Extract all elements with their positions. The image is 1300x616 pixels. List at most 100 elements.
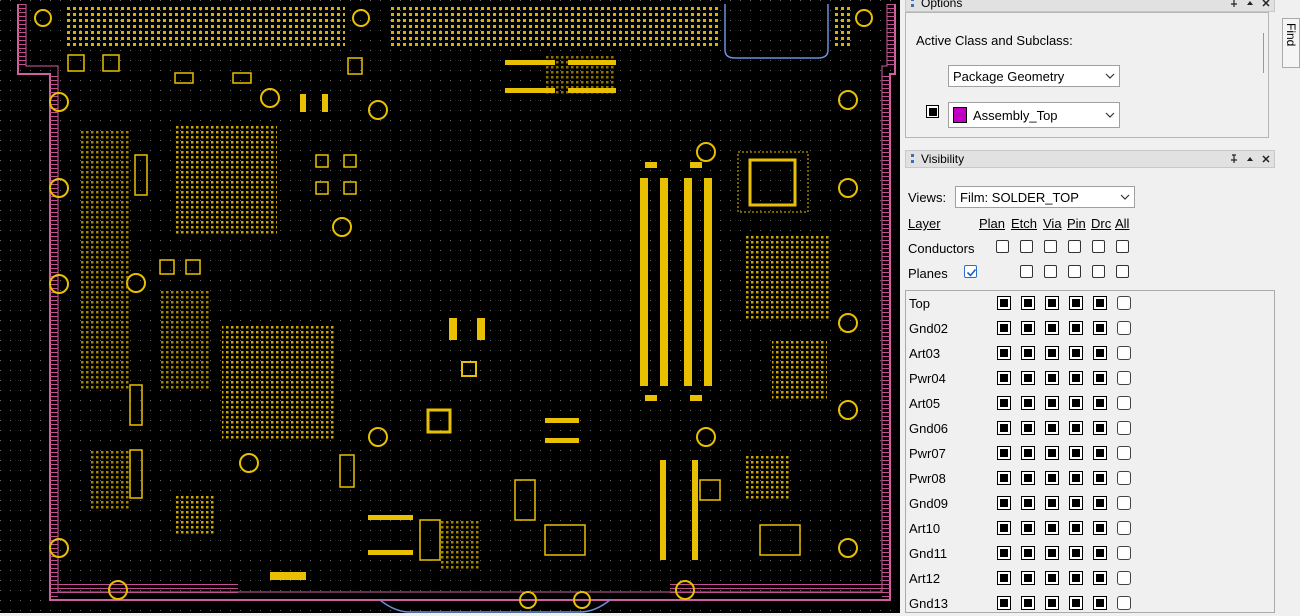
- layer-all-checkbox[interactable]: [1117, 396, 1131, 410]
- layer-visibility-toggle[interactable]: [1021, 546, 1035, 560]
- layer-visibility-toggle[interactable]: [1093, 296, 1107, 310]
- header-plan[interactable]: Plan: [979, 216, 1005, 231]
- layer-visibility-toggle[interactable]: [1045, 571, 1059, 585]
- layer-visibility-toggle[interactable]: [1045, 321, 1059, 335]
- layer-visibility-toggle[interactable]: [1045, 296, 1059, 310]
- layer-visibility-toggle[interactable]: [1045, 496, 1059, 510]
- layer-visibility-toggle[interactable]: [1069, 571, 1083, 585]
- layer-visibility-toggle[interactable]: [1021, 346, 1035, 360]
- layer-visibility-toggle[interactable]: [997, 371, 1011, 385]
- layer-visibility-toggle[interactable]: [1093, 496, 1107, 510]
- layer-visibility-toggle[interactable]: [997, 521, 1011, 535]
- layer-all-checkbox[interactable]: [1117, 546, 1131, 560]
- layer-visibility-toggle[interactable]: [1069, 521, 1083, 535]
- header-layer[interactable]: Layer: [908, 216, 941, 231]
- layer-visibility-toggle[interactable]: [997, 496, 1011, 510]
- layer-visibility-toggle[interactable]: [1093, 346, 1107, 360]
- layer-visibility-toggle[interactable]: [1093, 521, 1107, 535]
- layer-visibility-toggle[interactable]: [997, 471, 1011, 485]
- layer-visibility-toggle[interactable]: [997, 321, 1011, 335]
- header-pin[interactable]: Pin: [1067, 216, 1086, 231]
- layer-all-checkbox[interactable]: [1117, 346, 1131, 360]
- layer-all-checkbox[interactable]: [1117, 296, 1131, 310]
- layer-visibility-toggle[interactable]: [997, 421, 1011, 435]
- subclass-color-toggle[interactable]: [926, 105, 939, 118]
- layer-visibility-toggle[interactable]: [997, 346, 1011, 360]
- layer-all-checkbox[interactable]: [1117, 371, 1131, 385]
- layer-visibility-toggle[interactable]: [1069, 446, 1083, 460]
- layer-visibility-toggle[interactable]: [1021, 471, 1035, 485]
- pin-icon[interactable]: [1226, 152, 1242, 166]
- conductors-via-checkbox[interactable]: [1044, 240, 1057, 253]
- layer-visibility-toggle[interactable]: [1021, 371, 1035, 385]
- layer-all-checkbox[interactable]: [1117, 421, 1131, 435]
- layer-all-checkbox[interactable]: [1117, 446, 1131, 460]
- layer-visibility-toggle[interactable]: [1069, 421, 1083, 435]
- layer-visibility-toggle[interactable]: [1021, 596, 1035, 610]
- maximize-icon[interactable]: [1242, 0, 1258, 10]
- layer-visibility-toggle[interactable]: [1093, 571, 1107, 585]
- layer-visibility-toggle[interactable]: [1069, 596, 1083, 610]
- planes-all-checkbox[interactable]: [1116, 265, 1129, 278]
- planes-pin-checkbox[interactable]: [1068, 265, 1081, 278]
- layer-visibility-toggle[interactable]: [1021, 421, 1035, 435]
- layer-visibility-toggle[interactable]: [1069, 296, 1083, 310]
- layer-visibility-toggle[interactable]: [997, 296, 1011, 310]
- pin-icon[interactable]: [1226, 0, 1242, 10]
- conductors-drc-checkbox[interactable]: [1092, 240, 1105, 253]
- layer-visibility-toggle[interactable]: [1069, 546, 1083, 560]
- layer-visibility-toggle[interactable]: [1093, 321, 1107, 335]
- layer-visibility-toggle[interactable]: [997, 446, 1011, 460]
- options-titlebar[interactable]: Options: [905, 0, 1275, 12]
- layer-visibility-toggle[interactable]: [1045, 396, 1059, 410]
- layer-visibility-toggle[interactable]: [1021, 446, 1035, 460]
- layer-visibility-toggle[interactable]: [1045, 521, 1059, 535]
- layer-all-checkbox[interactable]: [1117, 471, 1131, 485]
- layer-visibility-toggle[interactable]: [1021, 321, 1035, 335]
- layer-visibility-toggle[interactable]: [1069, 496, 1083, 510]
- layer-visibility-toggle[interactable]: [1069, 471, 1083, 485]
- layer-visibility-toggle[interactable]: [1045, 471, 1059, 485]
- planes-via-checkbox[interactable]: [1044, 265, 1057, 278]
- header-all[interactable]: All: [1115, 216, 1129, 231]
- layer-visibility-toggle[interactable]: [1045, 346, 1059, 360]
- layer-all-checkbox[interactable]: [1117, 321, 1131, 335]
- layer-visibility-toggle[interactable]: [1093, 396, 1107, 410]
- layer-all-checkbox[interactable]: [1117, 521, 1131, 535]
- layer-visibility-toggle[interactable]: [1021, 296, 1035, 310]
- views-dropdown[interactable]: Film: SOLDER_TOP: [955, 186, 1135, 208]
- conductors-all-checkbox[interactable]: [1116, 240, 1129, 253]
- layer-visibility-toggle[interactable]: [1093, 471, 1107, 485]
- layer-all-checkbox[interactable]: [1117, 496, 1131, 510]
- find-tab[interactable]: Find: [1282, 18, 1300, 68]
- conductors-pin-checkbox[interactable]: [1068, 240, 1081, 253]
- layer-visibility-toggle[interactable]: [1045, 421, 1059, 435]
- layer-visibility-toggle[interactable]: [997, 596, 1011, 610]
- layer-visibility-toggle[interactable]: [1021, 496, 1035, 510]
- layer-visibility-toggle[interactable]: [1093, 596, 1107, 610]
- layer-visibility-toggle[interactable]: [1021, 396, 1035, 410]
- visibility-titlebar[interactable]: Visibility: [905, 150, 1275, 168]
- planes-plan-checkbox[interactable]: [964, 265, 977, 278]
- layer-visibility-toggle[interactable]: [1045, 596, 1059, 610]
- layer-visibility-toggle[interactable]: [1069, 371, 1083, 385]
- close-icon[interactable]: [1258, 152, 1274, 166]
- options-scrollbar[interactable]: [1263, 33, 1270, 73]
- layer-visibility-toggle[interactable]: [1045, 546, 1059, 560]
- planes-etch-checkbox[interactable]: [1020, 265, 1033, 278]
- layer-visibility-toggle[interactable]: [1045, 446, 1059, 460]
- header-etch[interactable]: Etch: [1011, 216, 1037, 231]
- layer-visibility-toggle[interactable]: [997, 546, 1011, 560]
- class-dropdown[interactable]: Package Geometry: [948, 65, 1120, 87]
- layer-visibility-toggle[interactable]: [1069, 396, 1083, 410]
- layer-visibility-toggle[interactable]: [1069, 321, 1083, 335]
- layer-visibility-toggle[interactable]: [1045, 371, 1059, 385]
- subclass-dropdown[interactable]: Assembly_Top: [948, 102, 1120, 128]
- layer-visibility-toggle[interactable]: [997, 396, 1011, 410]
- layer-visibility-toggle[interactable]: [1093, 546, 1107, 560]
- pcb-canvas[interactable]: [0, 0, 900, 613]
- layer-visibility-toggle[interactable]: [1021, 521, 1035, 535]
- layer-all-checkbox[interactable]: [1117, 596, 1131, 610]
- layer-visibility-toggle[interactable]: [1093, 446, 1107, 460]
- maximize-icon[interactable]: [1242, 152, 1258, 166]
